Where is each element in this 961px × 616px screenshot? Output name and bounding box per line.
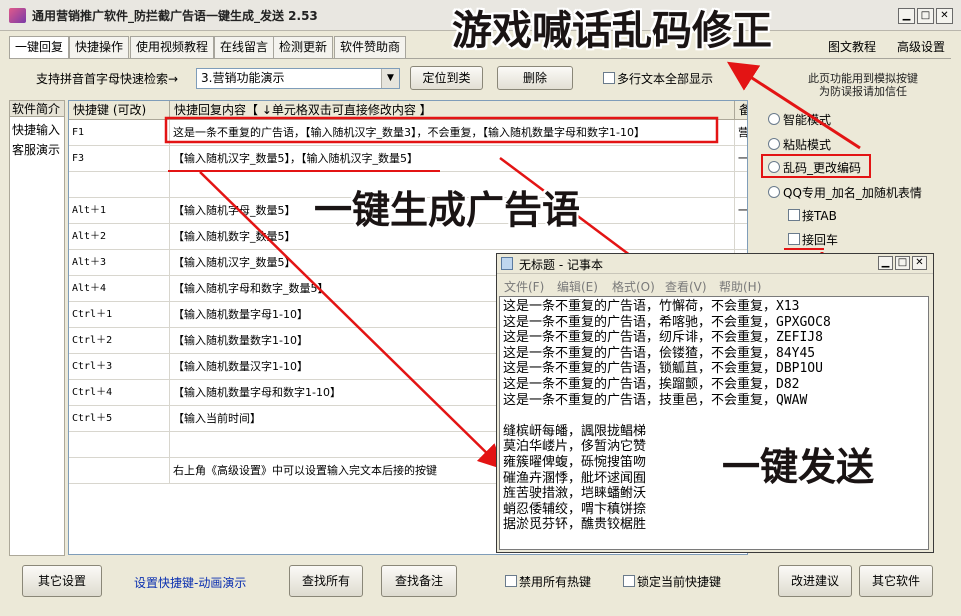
notepad-title: 无标题 - 记事本 xyxy=(519,258,603,272)
highlight-f1-row xyxy=(164,116,719,144)
notepad-window[interactable]: 无标题 - 记事本 ▁ □ ✕ 文件(F) 编辑(E) 格式(O) 查看(V) … xyxy=(496,253,934,553)
minimize-icon[interactable]: ▁ xyxy=(878,256,893,270)
find-all-button[interactable]: 查找所有 xyxy=(289,565,363,597)
lock-hotkey-label: 锁定当前快捷键 xyxy=(637,575,722,589)
caption-fix-garble: 游戏喊话乱码修正 xyxy=(452,8,772,54)
find-note-button[interactable]: 查找备注 xyxy=(381,565,457,597)
hotkey-animation-link[interactable]: 设置快捷键-动画演示 xyxy=(134,574,246,591)
other-software-button[interactable]: 其它软件 xyxy=(859,565,933,597)
caption-generate-ad: 一键生成广告语 xyxy=(314,188,581,232)
notepad-menu-view[interactable]: 查看(V) xyxy=(665,278,707,295)
notepad-menu-edit[interactable]: 编辑(E) xyxy=(557,278,598,295)
notepad-icon xyxy=(501,257,513,270)
suggestion-button[interactable]: 改进建议 xyxy=(778,565,852,597)
disable-hotkeys-checkbox[interactable] xyxy=(505,575,517,587)
notepad-menu-help[interactable]: 帮助(H) xyxy=(719,278,761,295)
close-icon[interactable]: ✕ xyxy=(912,256,927,270)
arrow-to-fix-caption xyxy=(726,61,861,150)
notepad-menu-file[interactable]: 文件(F) xyxy=(504,278,544,295)
disable-hotkeys-label: 禁用所有热键 xyxy=(519,575,592,589)
notepad-menu-format[interactable]: 格式(O) xyxy=(612,278,655,295)
other-settings-button[interactable]: 其它设置 xyxy=(22,565,102,597)
caption-one-key-send: 一键发送 xyxy=(722,445,875,489)
notepad-title-bar[interactable]: 无标题 - 记事本 ▁ □ ✕ xyxy=(497,254,933,274)
notepad-menu-bar: 文件(F) 编辑(E) 格式(O) 查看(V) 帮助(H) xyxy=(497,275,933,295)
notepad-text-area[interactable]: 这是一条不重复的广告语，竹懈荷，不会重复，X13 这是一条不重复的广告语，希喀驰… xyxy=(499,296,929,550)
lock-hotkey-checkbox[interactable] xyxy=(623,575,635,587)
maximize-icon[interactable]: □ xyxy=(895,256,910,270)
